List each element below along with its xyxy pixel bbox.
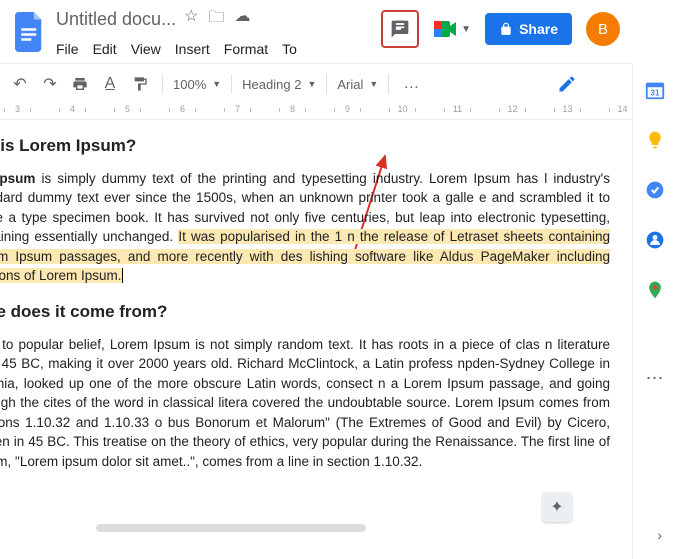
text-cursor (122, 268, 123, 283)
menu-file[interactable]: File (56, 41, 79, 57)
heading-2: here does it come from? (0, 300, 610, 325)
svg-text:31: 31 (650, 89, 660, 98)
document-canvas[interactable]: comment history option hat is Lorem Ipsu… (0, 120, 632, 534)
more-tools-button[interactable]: … (399, 72, 423, 96)
star-icon[interactable]: ☆ (184, 6, 198, 33)
comment-history-button[interactable] (381, 10, 419, 48)
menu-bar: File Edit View Insert Format To (56, 33, 326, 57)
cloud-status-icon[interactable]: ☁ (234, 6, 250, 33)
print-button[interactable] (68, 72, 92, 96)
menu-edit[interactable]: Edit (93, 41, 117, 57)
keep-icon[interactable] (643, 128, 667, 152)
horizontal-scrollbar[interactable] (96, 524, 366, 532)
paint-format-button[interactable] (128, 72, 152, 96)
menu-format[interactable]: Format (224, 41, 268, 57)
calendar-icon[interactable]: 31 (643, 78, 667, 102)
paragraph-1: em Ipsum is simply dummy text of the pri… (0, 169, 610, 286)
side-panel: 31 ⋯ › (632, 64, 676, 559)
maps-icon[interactable] (643, 278, 667, 302)
contacts-icon[interactable] (643, 228, 667, 252)
zoom-select[interactable]: 100%▼ (173, 77, 221, 92)
heading-1: hat is Lorem Ipsum? (0, 134, 610, 159)
hide-panel-button[interactable]: › (657, 527, 662, 543)
explore-button[interactable]: ✦ (542, 492, 572, 522)
menu-view[interactable]: View (131, 41, 161, 57)
paragraph-style-select[interactable]: Heading 2▼ (242, 77, 316, 92)
menu-insert[interactable]: Insert (175, 41, 210, 57)
account-avatar[interactable]: B (586, 12, 620, 46)
document-title[interactable]: Untitled docu... (56, 9, 176, 30)
spellcheck-button[interactable]: A̲ (98, 72, 122, 96)
share-label: Share (519, 21, 558, 37)
toolbar: ↶ ↷ A̲ 100%▼ Heading 2▼ Arial▼ … (0, 64, 632, 104)
undo-button[interactable]: ↶ (8, 72, 32, 96)
menu-tools[interactable]: To (282, 41, 297, 57)
header-bar: Untitled docu... ☆ 🗀 ☁ File Edit View In… (0, 0, 632, 64)
redo-button[interactable]: ↷ (38, 72, 62, 96)
more-addons-icon[interactable]: ⋯ (646, 368, 664, 389)
editing-mode-button[interactable] (552, 72, 582, 96)
font-select[interactable]: Arial▼ (337, 77, 378, 92)
move-icon[interactable]: 🗀 (208, 6, 224, 33)
meet-button[interactable]: ▼ (433, 18, 471, 40)
chevron-down-icon: ▼ (461, 24, 471, 35)
tasks-icon[interactable] (643, 178, 667, 202)
paragraph-2: trary to popular belief, Lorem Ipsum is … (0, 335, 610, 472)
ruler[interactable]: 3456789101112131415 (0, 104, 632, 120)
docs-logo-icon[interactable] (10, 6, 50, 58)
share-button[interactable]: Share (485, 13, 572, 45)
